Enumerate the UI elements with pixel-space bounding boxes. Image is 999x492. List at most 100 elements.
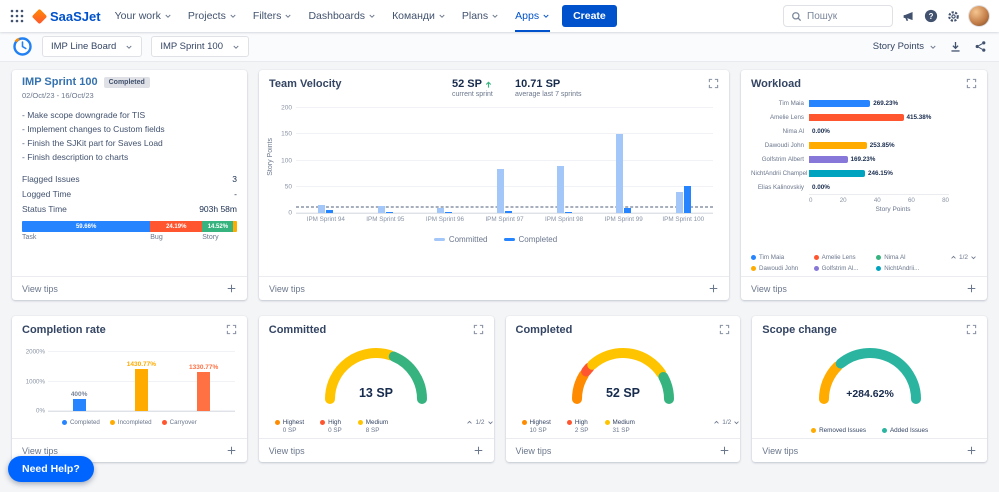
- nav-item-dashboards[interactable]: Dashboards: [308, 0, 376, 32]
- workload-name: Tim Maia: [778, 99, 804, 107]
- velocity-bar-completed[interactable]: [564, 211, 572, 213]
- legend-item[interactable]: Removed Issues: [811, 427, 866, 434]
- legend-dot: [521, 420, 527, 425]
- view-tips-link[interactable]: View tips: [516, 446, 552, 456]
- expand-icon[interactable]: [966, 324, 977, 335]
- share-icon[interactable]: [974, 40, 987, 53]
- legend-label: Incompleted: [117, 419, 152, 426]
- legend-next-button[interactable]: [487, 419, 494, 426]
- add-icon[interactable]: [226, 283, 237, 294]
- bar-value-label: 1330.77%: [188, 363, 219, 371]
- nav-item-apps[interactable]: Apps: [515, 0, 551, 32]
- legend-item[interactable]: Amelie Lens: [813, 254, 877, 261]
- velocity-bar-completed[interactable]: [505, 211, 513, 213]
- nav-item-plans[interactable]: Plans: [462, 0, 499, 32]
- legend-item[interactable]: Dawoudi John: [751, 265, 814, 272]
- legend-next-button[interactable]: [733, 419, 740, 426]
- view-tips-link[interactable]: View tips: [751, 284, 787, 294]
- velocity-bar-committed[interactable]: [497, 168, 505, 213]
- legend-item[interactable]: High 0 SP: [320, 419, 342, 434]
- add-icon[interactable]: [708, 283, 719, 294]
- metric-select[interactable]: Story Points: [873, 41, 937, 52]
- bar[interactable]: [134, 368, 148, 411]
- legend-item[interactable]: Nima Al: [876, 254, 939, 261]
- legend-item[interactable]: High 2 SP: [566, 419, 589, 434]
- nav-item-projects[interactable]: Projects: [188, 0, 237, 32]
- legend-item[interactable]: Golfstrim Al...: [813, 265, 877, 272]
- expand-icon[interactable]: [719, 324, 730, 335]
- add-icon[interactable]: [966, 283, 977, 294]
- velocity-bar-committed[interactable]: [556, 165, 564, 213]
- velocity-bar-committed[interactable]: [377, 206, 385, 213]
- expand-icon[interactable]: [708, 78, 719, 89]
- need-help-button[interactable]: Need Help?: [8, 456, 94, 482]
- search-box[interactable]: [783, 5, 893, 27]
- legend-pagination[interactable]: 1/2: [713, 419, 740, 426]
- help-icon[interactable]: ?: [924, 9, 938, 23]
- workload-bar[interactable]: [809, 169, 865, 177]
- legend-item[interactable]: Committed: [433, 235, 488, 244]
- legend-item[interactable]: Carryover: [161, 419, 197, 426]
- expand-icon[interactable]: [473, 324, 484, 335]
- workload-bar[interactable]: [809, 113, 904, 121]
- add-icon[interactable]: [473, 445, 484, 456]
- chevron-down-icon: [284, 12, 292, 20]
- saasjet-logo[interactable]: SaaSJet: [31, 8, 101, 24]
- legend-item[interactable]: Incompleted: [109, 419, 152, 426]
- workload-bar[interactable]: [809, 155, 848, 163]
- legend-pagination[interactable]: 1/2: [950, 254, 977, 261]
- add-icon[interactable]: [719, 445, 730, 456]
- legend-next-button[interactable]: [970, 254, 977, 261]
- settings-gear-icon[interactable]: [947, 10, 960, 23]
- bar[interactable]: [197, 371, 211, 411]
- legend-item[interactable]: Tim Maia: [751, 254, 814, 261]
- legend-item[interactable]: Completed: [61, 419, 100, 426]
- legend-entry: Medium 31 SP: [613, 419, 635, 434]
- legend-label: Medium: [612, 419, 635, 426]
- velocity-bar-completed[interactable]: [445, 212, 453, 213]
- legend-item[interactable]: Highest 0 SP: [274, 419, 304, 434]
- app-switcher-icon[interactable]: [10, 9, 24, 23]
- velocity-bar-committed[interactable]: [437, 207, 445, 213]
- nav-item-команди[interactable]: Команди: [392, 0, 446, 32]
- legend-item[interactable]: Highest 10 SP: [521, 419, 551, 434]
- workload-bar[interactable]: [809, 141, 867, 149]
- announcements-icon[interactable]: [902, 10, 915, 23]
- y-tick-label: 0%: [36, 407, 45, 415]
- expand-icon[interactable]: [226, 324, 237, 335]
- velocity-bar-completed[interactable]: [385, 211, 393, 213]
- legend-item[interactable]: NichtAndrii...: [876, 265, 939, 272]
- velocity-bar-completed[interactable]: [683, 185, 691, 213]
- view-tips-link[interactable]: View tips: [762, 446, 798, 456]
- export-download-icon[interactable]: [949, 40, 962, 53]
- legend-item[interactable]: Added Issues: [881, 427, 928, 434]
- legend-item[interactable]: Medium 8 SP: [357, 419, 388, 434]
- search-input[interactable]: [807, 10, 885, 22]
- view-tips-link[interactable]: View tips: [269, 446, 305, 456]
- add-icon[interactable]: [966, 445, 977, 456]
- view-tips-link[interactable]: View tips: [269, 284, 305, 294]
- create-button[interactable]: Create: [562, 5, 617, 27]
- nav-item-your-work[interactable]: Your work: [115, 0, 172, 32]
- user-avatar[interactable]: [969, 6, 989, 26]
- expand-icon[interactable]: [966, 78, 977, 89]
- view-tips-link[interactable]: View tips: [22, 284, 58, 294]
- legend-pagination[interactable]: 1/2: [466, 419, 493, 426]
- velocity-bar-completed[interactable]: [624, 207, 632, 213]
- velocity-bar-completed[interactable]: [326, 210, 334, 213]
- velocity-bar-committed[interactable]: [318, 205, 326, 213]
- view-tips-link[interactable]: View tips: [22, 446, 58, 456]
- workload-bar[interactable]: [809, 99, 871, 107]
- velocity-bar-committed[interactable]: [675, 192, 683, 213]
- add-icon[interactable]: [226, 445, 237, 456]
- nav-item-filters[interactable]: Filters: [253, 0, 293, 32]
- legend-prev-button[interactable]: [950, 254, 957, 261]
- bar[interactable]: [72, 399, 86, 411]
- legend-item[interactable]: Completed: [503, 235, 557, 244]
- legend-prev-button[interactable]: [713, 419, 720, 426]
- legend-item[interactable]: Medium 31 SP: [604, 419, 635, 434]
- sprint-select[interactable]: IMP Sprint 100: [151, 36, 249, 57]
- board-select[interactable]: IMP Line Board: [42, 36, 143, 57]
- velocity-bar-committed[interactable]: [616, 134, 624, 213]
- legend-prev-button[interactable]: [466, 419, 473, 426]
